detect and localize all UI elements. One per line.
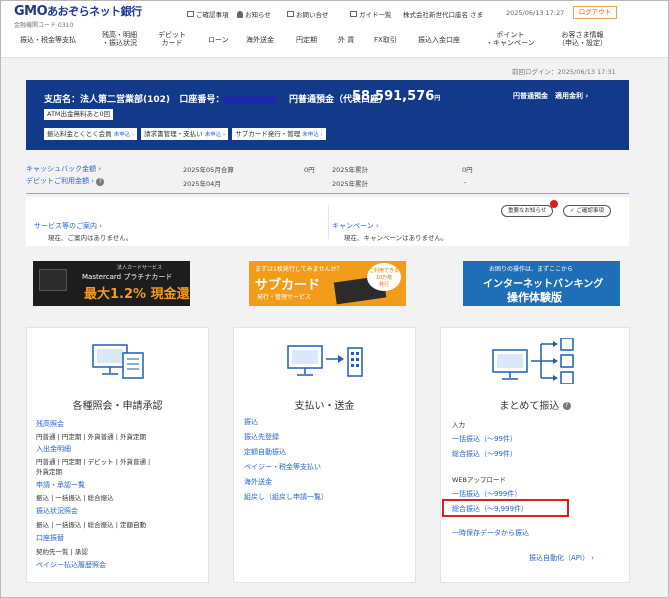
window-border: [0, 0, 669, 598]
